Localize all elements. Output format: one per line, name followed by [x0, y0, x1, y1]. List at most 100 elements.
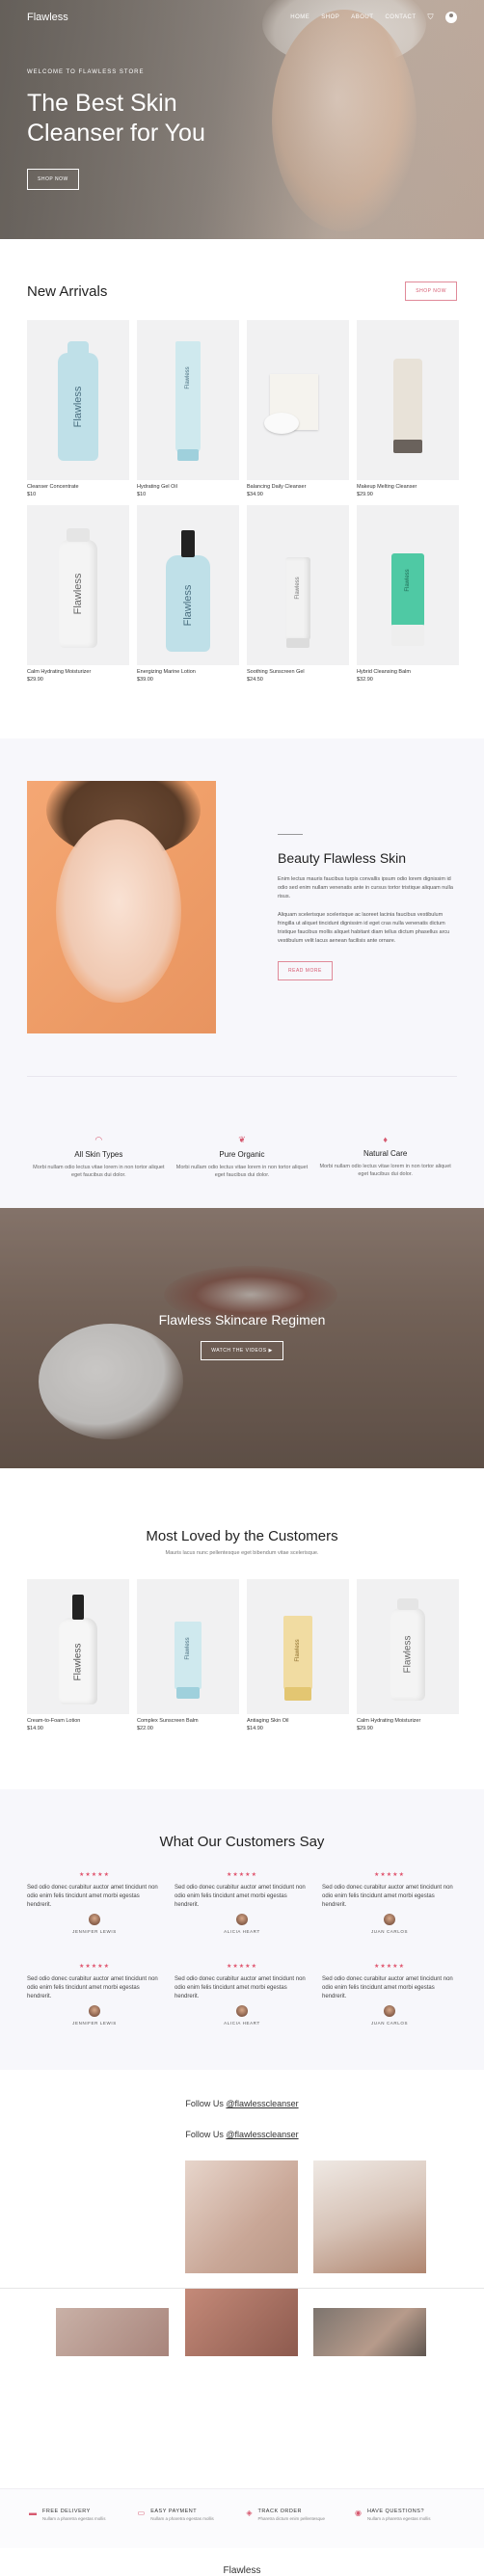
product-name[interactable]: Cream-to-Foam Lotion — [27, 1718, 129, 1724]
perk-item: ▭ EASY PAYMENT Nullam a pharetra egestas … — [138, 2509, 238, 2521]
perk-item: ▬ FREE DELIVERY Nullam a pharetra egestas… — [29, 2509, 129, 2521]
hero-title-line1: The Best Skin — [27, 90, 177, 117]
cart-icon[interactable]: ⛉ — [428, 13, 435, 22]
product-card[interactable]: Makeup Melting Cleanser $29.90 — [357, 320, 459, 497]
product-card[interactable]: Flawless Calm Hydrating Moisturizer $29.… — [27, 505, 129, 683]
product-card[interactable]: Flawless Soothing Sunscreen Gel $24.50 — [247, 505, 349, 683]
top-nav: Flawless HOME SHOP ABOUT CONTACT ⛉ — [0, 0, 484, 35]
instagram-gallery — [0, 2160, 484, 2459]
instagram-handle-link[interactable]: @flawlesscleanser — [226, 2099, 298, 2108]
star-rating: ★★★★★ — [227, 1872, 257, 1878]
testimonials-section: What Our Customers Say ★★★★★ Sed odio do… — [0, 1789, 484, 2070]
perk-title: EASY PAYMENT — [150, 2509, 198, 2514]
star-rating: ★★★★★ — [374, 1964, 405, 1970]
testimonial-card: ★★★★★ Sed odio donec curabitur auctor am… — [322, 1871, 457, 1934]
testimonial-quote: Sed odio donec curabitur auctor amet tin… — [27, 1885, 158, 1908]
perk-text: Nullam a pharetra egestas mollis — [366, 2516, 431, 2521]
instagram-photo[interactable] — [185, 2289, 298, 2356]
avatar — [384, 2005, 395, 2017]
product-image: Flawless — [27, 1579, 129, 1714]
product-image — [247, 320, 349, 480]
about-photo — [27, 781, 216, 1033]
watch-videos-button[interactable]: WATCH THE VIDEOS ▶ — [201, 1341, 283, 1360]
product-card[interactable]: Flawless Antiaging Skin Oil $14.90 — [247, 1579, 349, 1731]
bottle-label: Flawless — [185, 1637, 191, 1660]
bottle-label: Flawless — [72, 386, 84, 428]
user-icon[interactable] — [445, 12, 457, 23]
feature-text: Morbi nullam odio lectus vitae lorem in … — [175, 1165, 309, 1178]
bottle-label: Flawless — [402, 1635, 414, 1674]
leaf-icon: ❦ — [238, 1135, 246, 1144]
feature-title: Natural Care — [363, 1149, 408, 1158]
product-card[interactable]: Flawless Energizing Marine Lotion $39.00 — [137, 505, 239, 683]
feature-item: ❦ Pure Organic Morbi nullam odio lectus … — [175, 1135, 309, 1179]
product-image: Flawless — [137, 320, 239, 480]
testimonial-author: JUAN CARLOS — [370, 1929, 409, 1934]
box-icon: ◈ — [246, 2509, 253, 2517]
product-price: $22.00 — [137, 1726, 153, 1731]
testimonial-author: JENNIFER LEWIS — [72, 2021, 117, 2026]
instagram-photo[interactable] — [56, 2308, 169, 2356]
product-name[interactable]: Hybrid Cleansing Balm — [357, 669, 459, 675]
product-name[interactable]: Makeup Melting Cleanser — [357, 484, 459, 490]
product-name[interactable]: Calm Hydrating Moisturizer — [27, 669, 129, 675]
product-name[interactable]: Energizing Marine Lotion — [137, 669, 239, 675]
follow-us-line: Follow Us @flawlesscleanser — [27, 2130, 457, 2139]
instagram-photo[interactable] — [313, 2160, 426, 2273]
product-card[interactable]: Balancing Daily Cleanser $34.90 — [247, 320, 349, 497]
hero-text: WELCOME TO FLAWLESS STORE The Best Skin … — [27, 69, 205, 190]
instagram-photo[interactable] — [313, 2308, 426, 2356]
product-card[interactable]: Flawless Hydrating Gel Oil $10 — [137, 320, 239, 497]
wallet-icon: ▭ — [137, 2509, 146, 2517]
product-image: Flawless — [247, 505, 349, 665]
nav-links: HOME SHOP ABOUT CONTACT ⛉ — [290, 12, 457, 23]
star-rating: ★★★★★ — [79, 1964, 110, 1970]
product-card[interactable]: Flawless Cleanser Concentrate $10 — [27, 320, 129, 497]
product-image: Flawless — [247, 1579, 349, 1714]
product-name[interactable]: Cleanser Concentrate — [27, 484, 129, 490]
product-card[interactable]: Flawless Calm Hydrating Moisturizer $29.… — [357, 1579, 459, 1731]
nav-link-shop[interactable]: SHOP — [321, 14, 339, 20]
new-arrivals-shop-now-button[interactable]: SHOP NOW — [405, 282, 457, 301]
hero-title: The Best Skin Cleanser for You — [27, 89, 205, 148]
nav-link-about[interactable]: ABOUT — [351, 14, 373, 20]
instagram-photo[interactable] — [185, 2160, 298, 2273]
new-arrivals-title: New Arrivals — [27, 282, 108, 300]
product-card[interactable]: Flawless Cream-to-Foam Lotion $14.90 — [27, 1579, 129, 1731]
read-more-button[interactable]: READ MORE — [278, 961, 333, 980]
avatar — [89, 2005, 100, 2017]
testimonial-quote: Sed odio donec curabitur auctor amet tin… — [27, 1976, 158, 1999]
nav-link-home[interactable]: HOME — [290, 14, 309, 20]
footer-logo[interactable]: Flawless — [0, 2565, 484, 2576]
instagram-handle-link[interactable]: @flawlesscleanser — [226, 2130, 298, 2139]
product-name[interactable]: Antiaging Skin Oil — [247, 1718, 349, 1724]
play-icon: ▶ — [268, 1348, 273, 1354]
testimonial-quote: Sed odio donec curabitur auctor amet tin… — [175, 1976, 306, 1999]
bottle-label: Flawless — [182, 584, 194, 627]
product-price: $10 — [137, 492, 147, 497]
product-price: $14.90 — [27, 1726, 43, 1731]
testimonial-card: ★★★★★ Sed odio donec curabitur auctor am… — [322, 1963, 457, 2026]
product-card[interactable]: Flawless Complex Sunscreen Balm $22.00 — [137, 1579, 239, 1731]
product-name[interactable]: Complex Sunscreen Balm — [137, 1718, 239, 1724]
product-name[interactable]: Balancing Daily Cleanser — [247, 484, 349, 490]
star-rating: ★★★★★ — [227, 1964, 257, 1970]
footer: Flawless — [0, 2548, 484, 2576]
product-image: Flawless — [27, 505, 129, 665]
hero-shop-now-button[interactable]: SHOP NOW — [27, 169, 79, 190]
perk-title: FREE DELIVERY — [42, 2509, 91, 2514]
nav-link-contact[interactable]: CONTACT — [385, 14, 416, 20]
site-logo[interactable]: Flawless — [27, 12, 290, 23]
about-paragraph-2: Aliquam scelerisque scelerisque ac laore… — [278, 912, 450, 944]
perk-text: Pharetra dictum enim pellentesque — [257, 2516, 326, 2521]
divider — [278, 834, 303, 835]
most-loved-title: Most Loved by the Customers — [146, 1528, 338, 1544]
perk-title: TRACK ORDER — [257, 2509, 302, 2514]
product-name[interactable]: Hydrating Gel Oil — [137, 484, 239, 490]
lips-icon: ◠ — [94, 1135, 103, 1144]
product-price: $29.90 — [357, 492, 373, 497]
product-name[interactable]: Calm Hydrating Moisturizer — [357, 1718, 459, 1724]
feature-text: Morbi nullam odio lectus vitae lorem in … — [33, 1165, 165, 1178]
product-name[interactable]: Soothing Sunscreen Gel — [247, 669, 349, 675]
product-card[interactable]: Flawless Hybrid Cleansing Balm $32.90 — [357, 505, 459, 683]
